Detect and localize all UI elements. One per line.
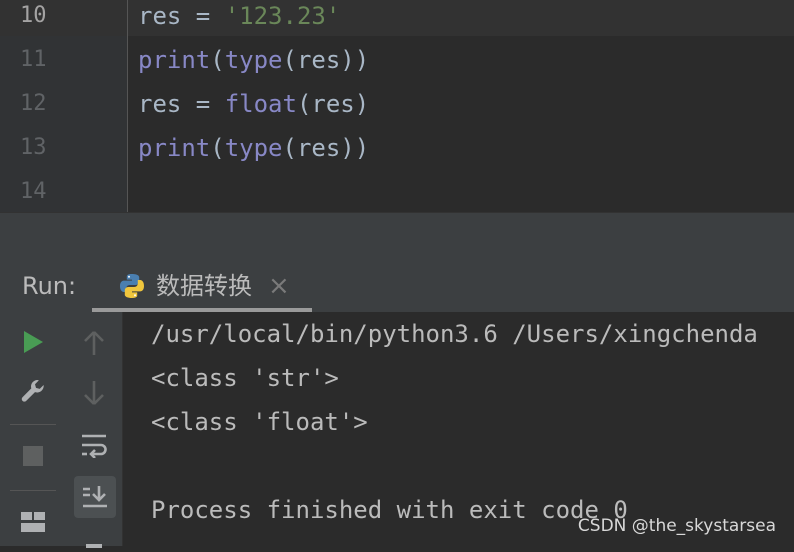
code-token: print bbox=[138, 46, 211, 74]
code-line[interactable]: print(type(res)) bbox=[138, 38, 369, 82]
code-token: (res) bbox=[296, 90, 370, 118]
code-token: (res)) bbox=[282, 46, 370, 74]
code-token: float bbox=[224, 90, 297, 118]
line-number: 11 bbox=[20, 47, 47, 72]
toolbar-separator bbox=[10, 490, 56, 491]
code-token: (res)) bbox=[282, 134, 370, 162]
run-label: Run: bbox=[22, 272, 77, 300]
print-icon[interactable] bbox=[76, 532, 112, 552]
python-icon bbox=[120, 274, 144, 298]
run-icon[interactable] bbox=[17, 326, 49, 358]
code-token: ( bbox=[210, 134, 225, 162]
run-console-output[interactable]: /usr/local/bin/python3.6 /Users/xingchen… bbox=[123, 312, 794, 546]
line-number: 10 bbox=[20, 3, 47, 28]
run-tool-window-header: Run: 数据转换 × bbox=[0, 262, 794, 313]
csdn-watermark: CSDN @the_skystarsea bbox=[577, 516, 776, 536]
code-token: type bbox=[224, 46, 283, 74]
code-line[interactable]: res = '123.23' bbox=[138, 0, 340, 38]
code-line[interactable]: res = float(res) bbox=[138, 82, 369, 126]
run-toolbar-primary bbox=[0, 312, 67, 546]
line-number: 12 bbox=[20, 91, 47, 116]
close-icon[interactable]: × bbox=[268, 270, 290, 302]
code-line[interactable]: print(type(res)) bbox=[138, 126, 369, 170]
line-number-gutter: 10 11 12 13 14 bbox=[0, 0, 128, 212]
run-tab[interactable]: 数据转换 × bbox=[92, 262, 312, 312]
wrench-icon[interactable] bbox=[17, 374, 49, 408]
code-token: res = bbox=[138, 2, 225, 30]
run-toolbar-secondary bbox=[66, 312, 123, 548]
code-token: '123.23' bbox=[224, 2, 341, 30]
code-token: type bbox=[224, 134, 283, 162]
line-number: 14 bbox=[20, 179, 47, 204]
code-token: res = bbox=[138, 90, 225, 118]
console-line: <class 'float'> bbox=[151, 408, 368, 436]
down-arrow-icon[interactable] bbox=[76, 376, 112, 410]
layout-icon[interactable] bbox=[17, 506, 49, 538]
console-line: <class 'str'> bbox=[151, 364, 339, 392]
toolbar-separator bbox=[10, 424, 56, 425]
console-line: Process finished with exit code 0 bbox=[151, 496, 628, 524]
line-number: 13 bbox=[20, 135, 47, 160]
run-tab-title: 数据转换 bbox=[156, 272, 252, 300]
editor-bottom-band bbox=[0, 212, 794, 263]
soft-wrap-icon[interactable] bbox=[76, 428, 112, 462]
up-arrow-icon[interactable] bbox=[76, 326, 112, 360]
code-token: print bbox=[138, 134, 211, 162]
console-line: /usr/local/bin/python3.6 /Users/xingchen… bbox=[151, 320, 758, 348]
code-token: ( bbox=[210, 46, 225, 74]
stop-icon[interactable] bbox=[17, 440, 49, 472]
code-editor[interactable]: 10 11 12 13 14 res = '123.23' print(type… bbox=[0, 0, 794, 212]
scroll-to-end-icon[interactable] bbox=[74, 476, 116, 518]
